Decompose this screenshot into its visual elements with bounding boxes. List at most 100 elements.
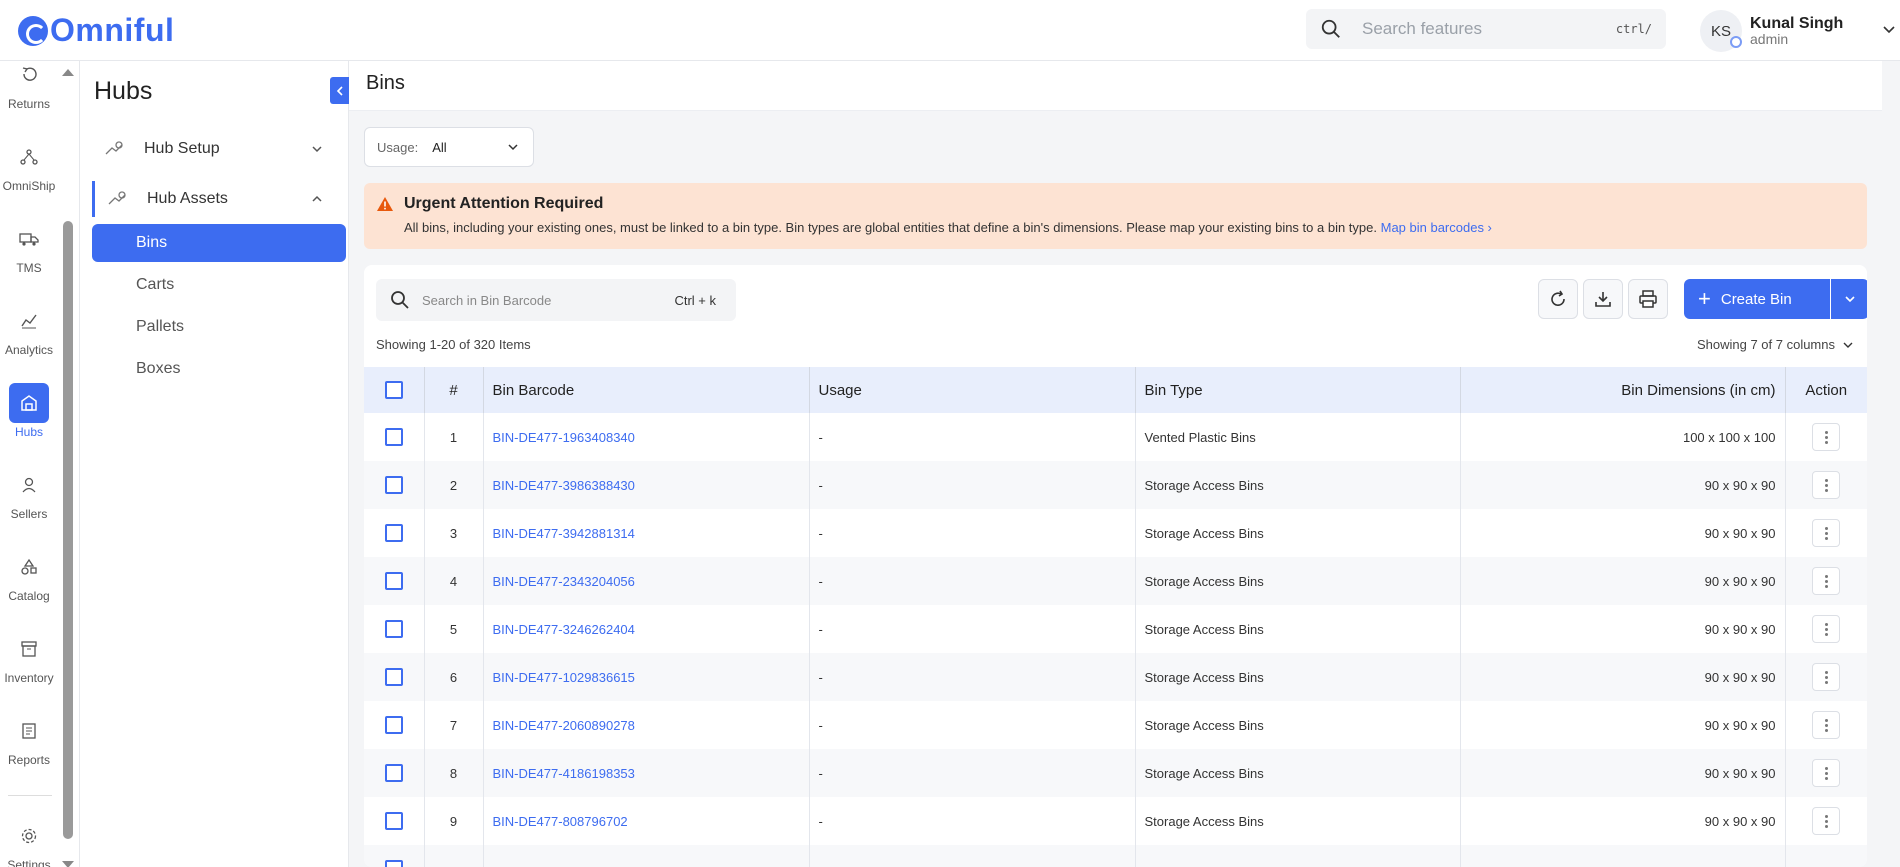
table-row[interactable]: 8 BIN-DE477-4186198353- Storage Access Bin… [364, 749, 1867, 797]
bin-barcode-search[interactable]: Search in Bin Barcode Ctrl + k [376, 279, 736, 321]
bin-barcode-link[interactable]: BIN-DE477-3246262404 [483, 605, 810, 653]
column-header[interactable]: Bin Type [1135, 367, 1461, 413]
row-checkbox[interactable] [384, 764, 403, 782]
create-bin-button[interactable]: + Create Bin [1684, 279, 1830, 319]
column-visibility-toggle[interactable]: Showing 7 of 7 columns [1697, 337, 1853, 352]
table-row[interactable]: 6 BIN-DE477-1029836615- Storage Access Bin… [364, 653, 1867, 701]
table-row[interactable] [364, 845, 1867, 867]
scroll-thumb[interactable] [63, 221, 73, 839]
returns-icon [22, 67, 37, 81]
map-bin-barcodes-link[interactable]: Map bin barcodes › [1381, 220, 1492, 235]
row-checkbox[interactable] [384, 524, 403, 542]
subnav-item-boxes[interactable]: Boxes [92, 350, 346, 388]
feature-search[interactable]: Search features ctrl/ [1306, 9, 1666, 49]
user-name: Kunal Singh [1750, 14, 1844, 32]
row-checkbox[interactable] [384, 812, 403, 830]
bin-barcode-link[interactable]: BIN-DE477-808796702 [483, 797, 810, 845]
table-row[interactable]: 4 BIN-DE477-2343204056- Storage Access Bin… [364, 557, 1867, 605]
row-select-cell[interactable] [364, 749, 425, 797]
row-select-cell[interactable] [364, 701, 425, 749]
row-checkbox[interactable] [384, 476, 403, 494]
subnav-item-bins[interactable]: Bins [92, 224, 346, 262]
bin-barcode-link[interactable]: BIN-DE477-2060890278 [483, 701, 810, 749]
bin-barcode-link[interactable]: BIN-DE477-4186198353 [483, 749, 810, 797]
rail-item-sellers[interactable]: Sellers [0, 465, 58, 521]
rail-label: Inventory [4, 671, 54, 685]
download-button[interactable] [1583, 279, 1623, 319]
more-actions-icon[interactable] [1812, 711, 1841, 739]
rail-item-tms[interactable]: TMS [0, 219, 58, 275]
bin-dimensions: 100 x 100 x 100 [1460, 413, 1786, 461]
row-select-cell[interactable] [364, 413, 425, 461]
table-row[interactable]: 5 BIN-DE477-3246262404- Storage Access Bin… [364, 605, 1867, 653]
column-header[interactable]: Bin Barcode [483, 367, 810, 413]
more-actions-icon[interactable] [1812, 615, 1841, 643]
row-select-cell[interactable] [364, 509, 425, 557]
row-checkbox[interactable] [384, 668, 403, 686]
more-actions-icon[interactable] [1812, 759, 1841, 787]
row-action-cell [1785, 653, 1867, 701]
user-menu[interactable]: KS Kunal Singh admin [1700, 8, 1900, 54]
select-all-checkbox[interactable] [384, 381, 403, 399]
rail-item-omniship[interactable]: OmniShip [0, 137, 58, 193]
table-row[interactable]: 3 BIN-DE477-3942881314- Storage Access Bin… [364, 509, 1867, 557]
table-row[interactable]: 1 BIN-DE477-1963408340- Vented Plastic Bin… [364, 413, 1867, 461]
bin-barcode-link[interactable]: BIN-DE477-1963408340 [483, 413, 810, 461]
more-actions-icon[interactable] [1812, 663, 1841, 691]
column-header[interactable]: Usage [809, 367, 1136, 413]
nav-group-hub-assets[interactable]: Hub Assets [92, 181, 337, 217]
more-actions-icon[interactable] [1812, 423, 1841, 451]
row-select-cell[interactable] [364, 653, 425, 701]
rail-item-catalog[interactable]: Catalog [0, 547, 58, 603]
bin-type: Storage Access Bins [1135, 509, 1461, 557]
scroll-down-icon[interactable] [62, 861, 74, 867]
bin-barcode-link[interactable]: BIN-DE477-3986388430 [483, 461, 810, 509]
row-checkbox[interactable] [384, 620, 403, 638]
more-actions-icon[interactable] [1812, 519, 1841, 547]
table-row[interactable]: 9 BIN-DE477-808796702- Storage Access Bins… [364, 797, 1867, 845]
select-all-cell[interactable] [364, 367, 425, 413]
bin-usage: - [809, 605, 1136, 653]
row-select-cell[interactable] [364, 557, 425, 605]
row-number: 9 [424, 797, 484, 845]
subnav-item-carts[interactable]: Carts [92, 266, 346, 304]
bin-barcode-link[interactable]: BIN-DE477-3942881314 [483, 509, 810, 557]
bin-barcode-link[interactable]: BIN-DE477-2343204056 [483, 557, 810, 605]
chevron-down-icon [508, 144, 518, 151]
bin-barcode-link[interactable]: BIN-DE477-1029836615 [483, 653, 810, 701]
table-row[interactable]: 7 BIN-DE477-2060890278- Storage Access Bin… [364, 701, 1867, 749]
nav-group-hub-setup[interactable]: Hub Setup [92, 131, 337, 167]
row-action-cell [1785, 605, 1867, 653]
rail-item-reports[interactable]: Reports [0, 711, 58, 767]
rail-item-returns[interactable]: Returns [0, 61, 58, 111]
more-actions-icon[interactable] [1812, 807, 1841, 835]
rail-item-hubs[interactable]: Hubs [0, 383, 58, 439]
row-select-cell[interactable] [364, 605, 425, 653]
row-select-cell[interactable] [364, 461, 425, 509]
bin-dimensions: 90 x 90 x 90 [1460, 461, 1786, 509]
table-row[interactable]: 2 BIN-DE477-3986388430- Storage Access Bin… [364, 461, 1867, 509]
refresh-button[interactable] [1538, 279, 1578, 319]
create-bin-dropdown-button[interactable] [1831, 279, 1867, 319]
usage-filter-select[interactable]: Usage: All [364, 127, 534, 167]
print-button[interactable] [1628, 279, 1668, 319]
row-checkbox[interactable] [384, 428, 403, 446]
row-select-cell[interactable] [364, 797, 425, 845]
more-actions-icon[interactable] [1812, 567, 1841, 595]
rail-item-settings[interactable]: Settings [0, 816, 58, 867]
scroll-up-icon[interactable] [62, 69, 74, 76]
module-rail: Returns OmniShip TMS Analytics Hubs Sell… [0, 61, 80, 867]
collapse-sidebar-button[interactable] [330, 77, 349, 104]
row-checkbox[interactable] [384, 860, 403, 867]
rail-item-analytics[interactable]: Analytics [0, 301, 58, 357]
more-actions-icon[interactable] [1812, 471, 1841, 499]
rail-scrollbar[interactable] [62, 61, 74, 867]
hubs-subnav: Hubs Hub Setup Hub Assets Bins Carts Pal… [80, 61, 349, 867]
subnav-item-pallets[interactable]: Pallets [92, 308, 346, 346]
column-header[interactable]: Bin Dimensions (in cm) [1460, 367, 1786, 413]
rail-item-inventory[interactable]: Inventory [0, 629, 58, 685]
row-checkbox[interactable] [384, 572, 403, 590]
row-checkbox[interactable] [384, 716, 403, 734]
logo[interactable]: Omniful [18, 12, 174, 49]
row-select-cell[interactable] [364, 845, 425, 867]
